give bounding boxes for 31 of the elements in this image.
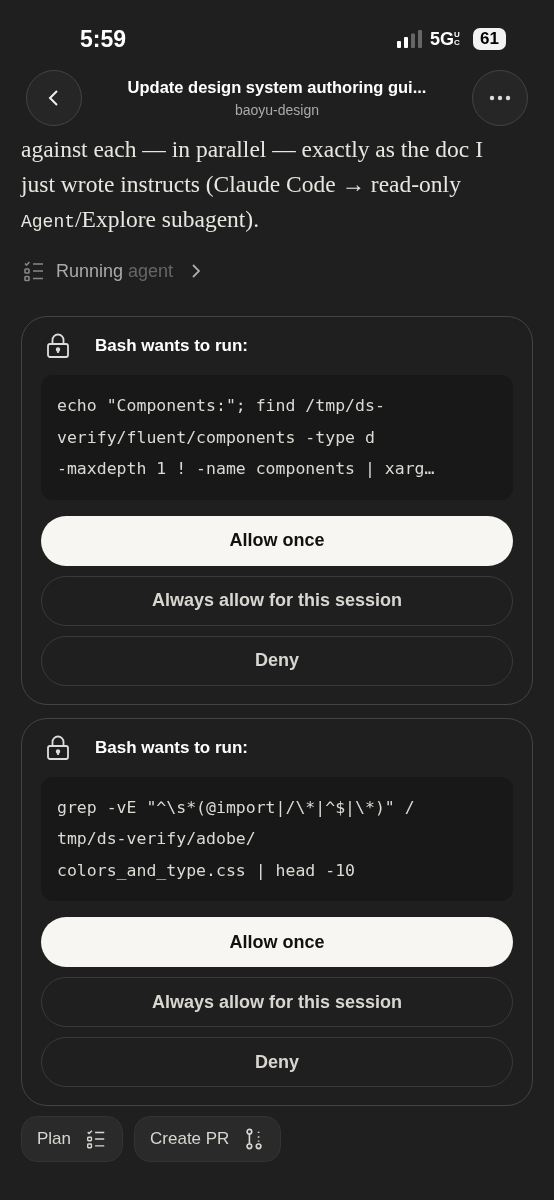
- running-agent-link[interactable]: Running agent: [0, 256, 554, 286]
- allow-once-button[interactable]: Allow once: [41, 515, 513, 566]
- command-line: verify/fluent/components -type d: [57, 426, 376, 449]
- command-line: grep -vE "^\s*(@import|/\*|^$|\*)" /: [57, 796, 416, 819]
- signal-icon: [397, 30, 424, 48]
- card-title: Bash wants to run:: [95, 736, 248, 759]
- option-button[interactable]: Always allow for this session: [41, 977, 513, 1027]
- more-button[interactable]: [472, 70, 528, 126]
- command-line: tmp/ds-verify/adobe/: [57, 828, 257, 850]
- conversation-title: Update design system authoring gui...: [127, 77, 427, 99]
- option-button[interactable]: Deny: [41, 635, 513, 686]
- project-name: baoyu-design: [234, 100, 320, 120]
- action-chip[interactable]: Create PR: [134, 1116, 282, 1162]
- command-line: echo "Components:"; find /tmp/ds-: [57, 395, 386, 417]
- lock-icon: [45, 734, 71, 761]
- back-button[interactable]: [26, 70, 82, 126]
- command-line: colors_and_type.css | head -10: [57, 859, 356, 882]
- option-button[interactable]: Always allow for this session: [41, 575, 513, 626]
- allow-once-button[interactable]: Allow once: [41, 917, 513, 967]
- card-title: Bash wants to run:: [95, 335, 248, 358]
- more-icon: [489, 95, 511, 101]
- network-label: 5G: [430, 27, 455, 51]
- clock-time: 5:59: [80, 24, 127, 54]
- command-line: -maxdepth 1 ! -name components | xarg…: [57, 458, 436, 480]
- network-suffix-label: UC: [454, 31, 461, 47]
- action-chip[interactable]: Plan: [21, 1116, 124, 1162]
- battery-indicator: 61: [473, 28, 506, 50]
- checklist-icon: [22, 259, 46, 283]
- option-button[interactable]: Deny: [41, 1037, 513, 1087]
- lock-icon: [45, 333, 71, 359]
- message-text: against each — in parallel — exactly as the doc I just wrote instructs (Claude Code → read-only Agent/Explore subagent).: [21, 135, 484, 234]
